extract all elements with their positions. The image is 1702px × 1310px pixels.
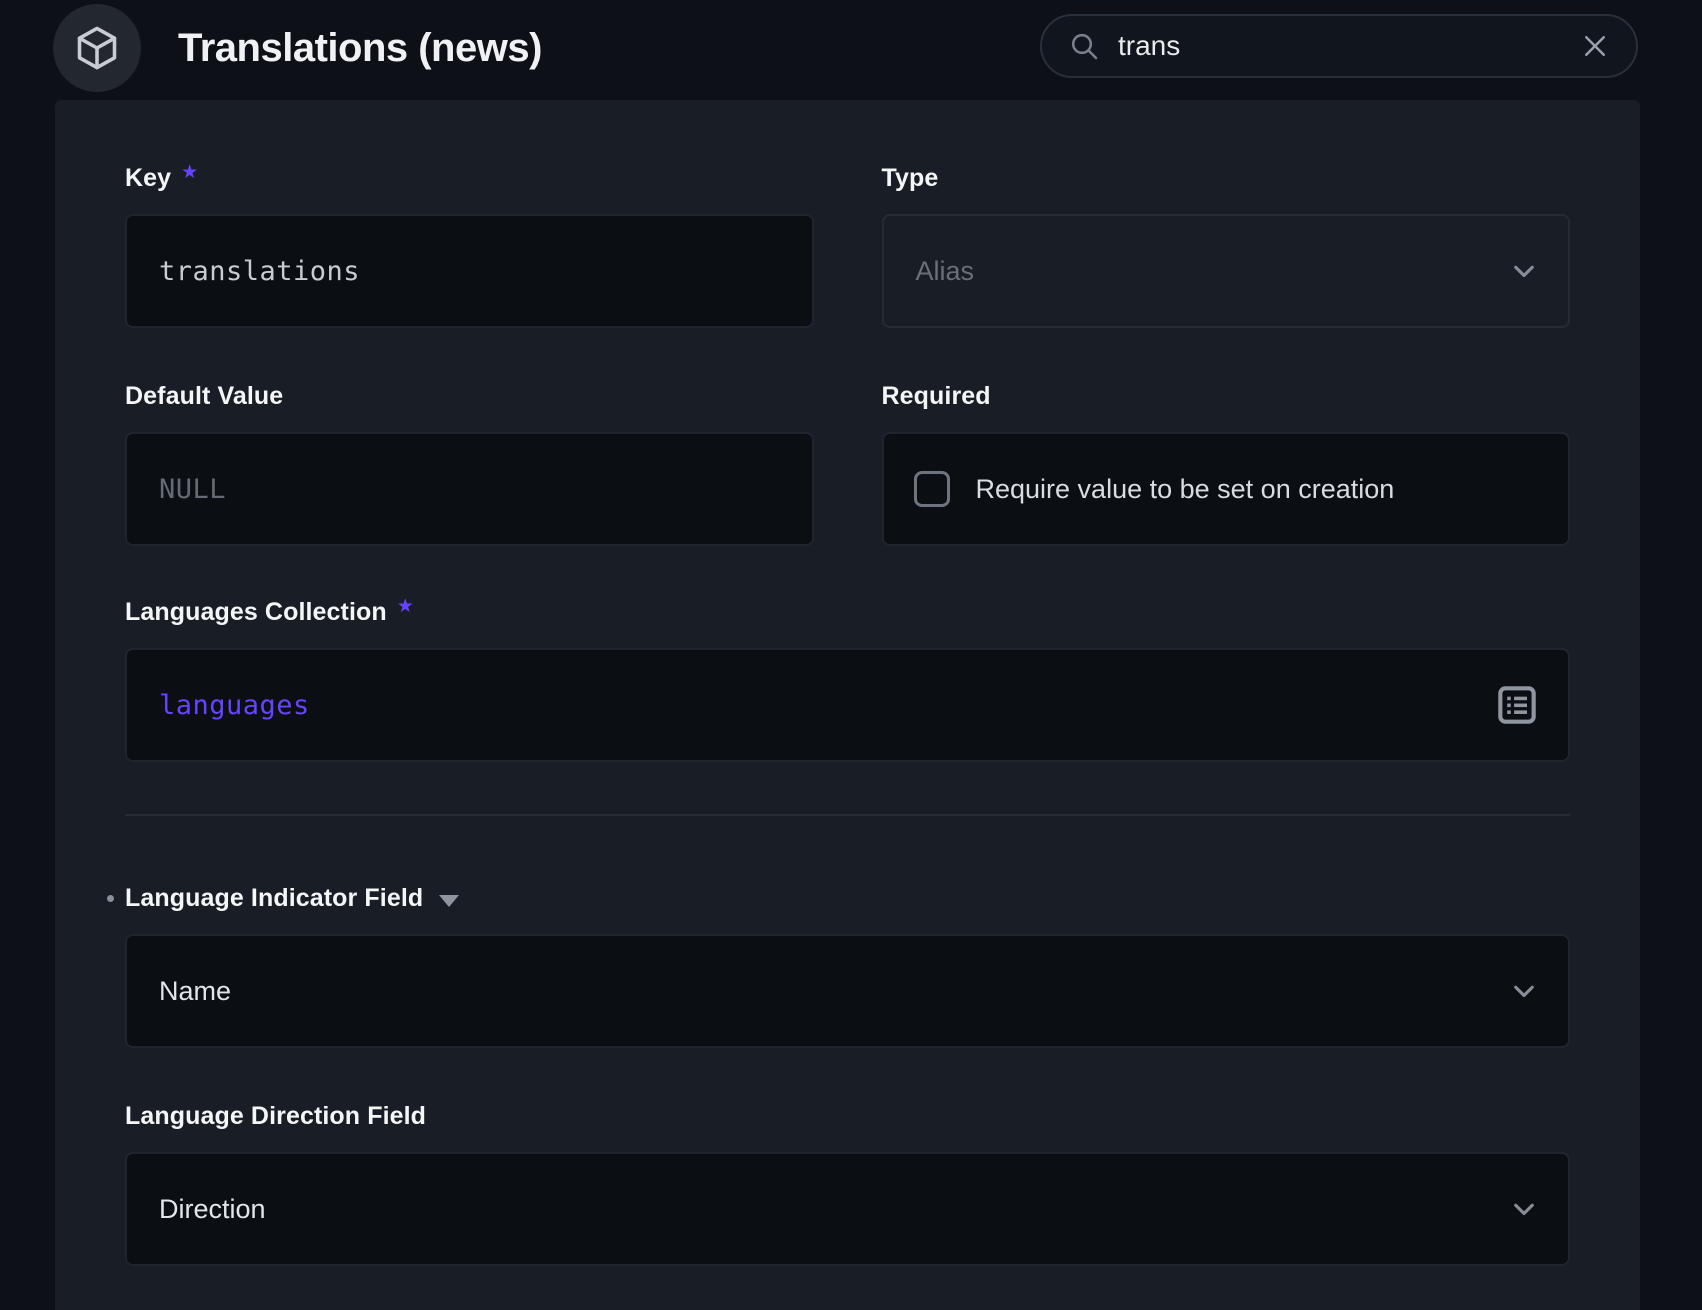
chevron-down-icon [1506, 973, 1542, 1009]
label-menu-arrow-icon[interactable] [439, 895, 459, 907]
field-required: Required Require value to be set on crea… [882, 380, 1571, 546]
languages-collection-label: Languages Collection★ [125, 596, 1570, 628]
required-star-icon: ★ [181, 157, 198, 189]
languages-collection-label-text: Languages Collection [125, 596, 387, 628]
key-label: Key★ [125, 162, 814, 194]
language-indicator-select-value: Name [159, 976, 231, 1007]
search-input[interactable] [1116, 29, 1580, 63]
key-label-text: Key [125, 162, 171, 194]
language-indicator-label: Language Indicator Field [125, 882, 1570, 914]
list-icon[interactable] [1492, 680, 1542, 730]
required-option-label: Require value to be set on creation [976, 474, 1395, 505]
languages-collection-value: languages [159, 690, 310, 721]
language-direction-select-value: Direction [159, 1194, 266, 1225]
default-value-input[interactable] [125, 432, 814, 546]
row-default-required: Default Value Required Require value to … [125, 380, 1570, 546]
modified-dot-icon [107, 895, 114, 902]
language-direction-label: Language Direction Field [125, 1100, 1570, 1132]
chevron-down-icon [1506, 1191, 1542, 1227]
required-label-text: Required [882, 380, 991, 412]
box-icon [72, 23, 122, 73]
language-indicator-select[interactable]: Name [125, 934, 1570, 1048]
field-type: Type Alias [882, 162, 1571, 328]
field-key: Key★ [125, 162, 814, 328]
page-title: Translations (news) [178, 0, 542, 96]
type-select[interactable]: Alias [882, 214, 1571, 328]
field-settings-panel: Key★ Type Alias Default Valu [55, 100, 1640, 1310]
field-language-direction: Language Direction Field Direction [125, 1100, 1570, 1266]
languages-collection-input[interactable]: languages [125, 648, 1570, 762]
drawer-header: Translations (news) [0, 0, 1702, 100]
required-label: Required [882, 380, 1571, 412]
row-key-type: Key★ Type Alias [125, 162, 1570, 328]
language-direction-select[interactable]: Direction [125, 1152, 1570, 1266]
section-divider [125, 814, 1570, 816]
language-indicator-label-text: Language Indicator Field [125, 882, 423, 914]
default-value-label: Default Value [125, 380, 814, 412]
default-value-label-text: Default Value [125, 380, 283, 412]
field-language-indicator: Language Indicator Field Name [125, 882, 1570, 1048]
type-label: Type [882, 162, 1571, 194]
required-star-icon: ★ [397, 591, 414, 623]
required-option[interactable]: Require value to be set on creation [882, 432, 1571, 546]
field-languages-collection: Languages Collection★ languages [125, 596, 1570, 762]
key-input[interactable] [125, 214, 814, 328]
required-checkbox[interactable] [914, 471, 950, 507]
type-label-text: Type [882, 162, 939, 194]
clear-search-icon[interactable] [1580, 31, 1610, 61]
search-bar[interactable] [1040, 14, 1638, 78]
type-select-value: Alias [916, 256, 975, 287]
field-detail-drawer: Translations (news) Key★ [0, 0, 1702, 1310]
field-type-avatar [53, 4, 141, 92]
search-icon [1068, 30, 1100, 62]
field-default-value: Default Value [125, 380, 814, 546]
language-direction-label-text: Language Direction Field [125, 1100, 426, 1132]
chevron-down-icon [1506, 253, 1542, 289]
